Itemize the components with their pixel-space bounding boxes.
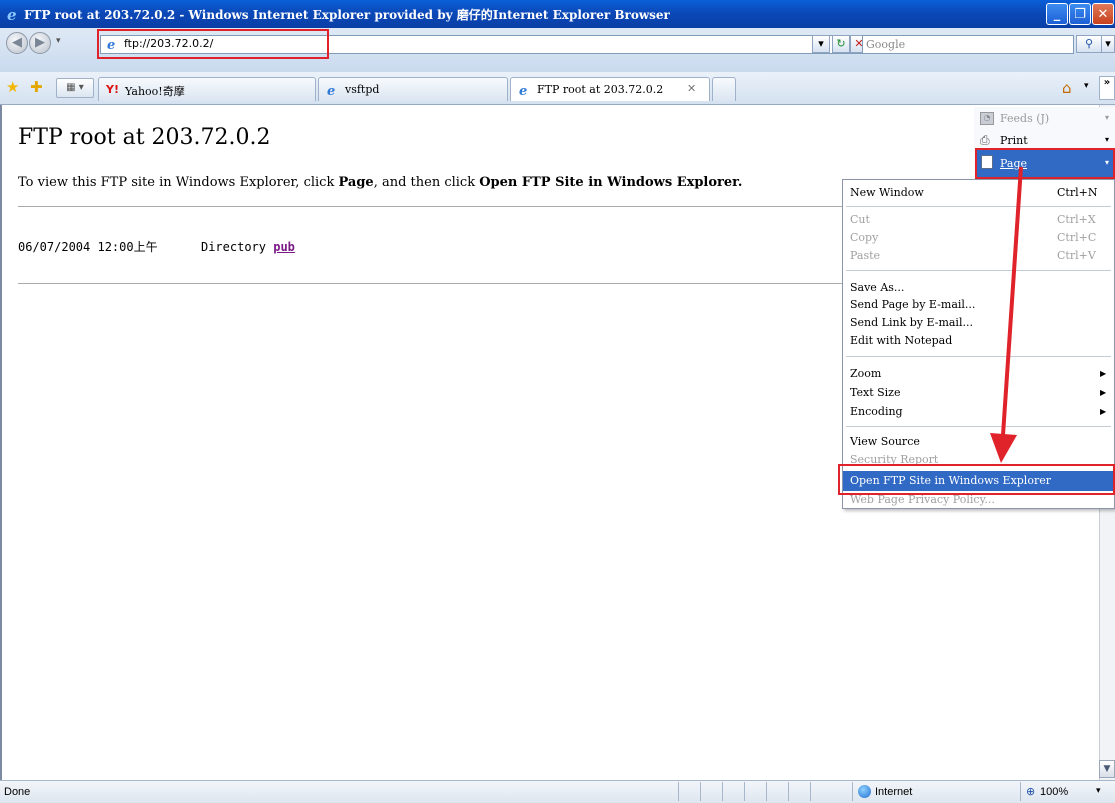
chevron-more-icon[interactable]: » xyxy=(1099,76,1115,100)
back-button[interactable]: ◀ xyxy=(6,32,28,54)
address-dropdown-button[interactable]: ▾ xyxy=(812,35,830,53)
forward-button[interactable]: ▶ xyxy=(29,32,51,54)
shortcut: Ctrl+X xyxy=(1057,213,1096,226)
menu-save-as[interactable]: Save As... xyxy=(850,281,904,294)
ie-page-icon: e xyxy=(519,84,527,97)
print-button[interactable]: Print xyxy=(1000,134,1028,147)
red-arrow-annotation xyxy=(990,166,1023,463)
open-ftp-highlight-annotation xyxy=(838,464,1115,495)
print-dropdown-icon[interactable]: ▾ xyxy=(1105,135,1109,144)
menu-paste[interactable]: Paste xyxy=(850,249,880,262)
search-placeholder: Google xyxy=(866,38,906,51)
ie-logo-icon: e xyxy=(7,6,17,22)
tab-label: Yahoo!奇摩 xyxy=(125,85,185,98)
status-divider xyxy=(788,782,789,801)
maximize-button[interactable]: ❐ xyxy=(1069,3,1091,25)
menu-view-source[interactable]: View Source xyxy=(850,435,920,448)
search-options-button[interactable]: ▾ xyxy=(1101,35,1115,53)
menu-copy[interactable]: Copy xyxy=(850,231,878,244)
menu-cut[interactable]: Cut xyxy=(850,213,870,226)
page-instructions: To view this FTP site in Windows Explore… xyxy=(18,175,742,190)
menu-text-size[interactable]: Text Size xyxy=(850,386,900,399)
add-favorites-icon[interactable]: ✚ xyxy=(30,78,43,96)
printer-icon: ⎙ xyxy=(980,133,990,147)
instr-text: To view this FTP site in Windows Explore… xyxy=(18,175,339,190)
favorites-star-icon[interactable]: ★ xyxy=(6,78,19,96)
feeds-dropdown-icon[interactable]: ▾ xyxy=(1105,113,1109,122)
shortcut: Ctrl+C xyxy=(1057,231,1097,244)
menu-send-page[interactable]: Send Page by E-mail... xyxy=(850,298,975,311)
menu-send-link[interactable]: Send Link by E-mail... xyxy=(850,316,973,329)
close-tab-icon[interactable]: ✕ xyxy=(687,82,696,95)
feeds-button[interactable]: Feeds (J) xyxy=(1000,112,1049,125)
menu-new-window[interactable]: New Window xyxy=(850,186,924,199)
security-zone[interactable]: Internet xyxy=(875,786,912,798)
status-bar xyxy=(0,780,1115,803)
home-icon[interactable]: ⌂ xyxy=(1062,79,1072,97)
status-divider xyxy=(722,782,723,801)
zoom-level[interactable]: 100% xyxy=(1040,786,1068,798)
directory-listing-row: 06/07/2004 12:00上午 Directory pub xyxy=(18,238,295,255)
status-divider xyxy=(1020,782,1021,801)
quick-tabs-button[interactable]: ▦ ▾ xyxy=(56,78,94,98)
status-divider xyxy=(700,782,701,801)
address-highlight-annotation xyxy=(97,29,329,59)
recent-pages-dropdown-icon[interactable]: ▾ xyxy=(56,36,61,46)
listing-date: 06/07/2004 12:00上午 xyxy=(18,240,158,254)
pub-directory-link[interactable]: pub xyxy=(273,240,295,254)
menu-zoom[interactable]: Zoom xyxy=(850,367,881,380)
internet-globe-icon xyxy=(858,785,871,798)
refresh-button[interactable]: ↻ xyxy=(832,35,850,53)
svg-text:e: e xyxy=(7,6,17,22)
status-divider xyxy=(678,782,679,801)
submenu-arrow-icon: ▶ xyxy=(1100,369,1107,378)
listing-type: Directory xyxy=(200,240,266,254)
instr-page: Page xyxy=(338,175,374,190)
menu-separator xyxy=(846,426,1111,427)
tab-yahoo[interactable]: Y! Yahoo!奇摩 xyxy=(98,77,316,101)
instr-open: Open FTP Site in Windows Explorer. xyxy=(479,175,743,190)
menu-separator xyxy=(846,206,1111,207)
feeds-icon: ◔ xyxy=(980,112,994,125)
menu-encoding[interactable]: Encoding xyxy=(850,405,903,418)
submenu-arrow-icon: ▶ xyxy=(1100,388,1107,397)
search-icon[interactable]: ⚲ xyxy=(1076,35,1102,53)
minimize-button[interactable]: _ xyxy=(1046,3,1068,25)
menu-separator xyxy=(846,356,1111,357)
home-dropdown-icon[interactable]: ▾ xyxy=(1084,81,1089,91)
shortcut: Ctrl+V xyxy=(1057,249,1096,262)
close-button[interactable]: ✕ xyxy=(1092,3,1114,25)
submenu-arrow-icon: ▶ xyxy=(1100,407,1107,416)
status-divider xyxy=(810,782,811,801)
tab-ftp-root[interactable]: e FTP root at 203.72.0.2 ✕ xyxy=(510,77,710,101)
window-title: FTP root at 203.72.0.2 - Windows Interne… xyxy=(24,8,670,22)
status-divider xyxy=(744,782,745,801)
tab-label: vsftpd xyxy=(345,83,380,96)
status-divider xyxy=(852,782,853,801)
svg-text:e: e xyxy=(327,84,335,97)
tab-vsftpd[interactable]: e vsftpd xyxy=(318,77,508,101)
new-tab-button[interactable] xyxy=(712,77,736,101)
status-divider xyxy=(766,782,767,801)
scroll-down-button[interactable]: ▼ xyxy=(1099,760,1115,778)
instr-text: , and then click xyxy=(373,175,480,190)
tab-label: FTP root at 203.72.0.2 xyxy=(537,83,664,96)
svg-text:e: e xyxy=(519,84,527,97)
ie-page-icon: e xyxy=(327,84,335,97)
menu-edit-notepad[interactable]: Edit with Notepad xyxy=(850,334,952,347)
menu-separator xyxy=(846,270,1111,271)
status-text: Done xyxy=(4,786,31,798)
shortcut: Ctrl+N xyxy=(1057,186,1098,199)
zoom-dropdown-icon[interactable]: ▾ xyxy=(1096,786,1101,796)
yahoo-icon: Y! xyxy=(106,83,119,96)
page-title: FTP root at 203.72.0.2 xyxy=(18,125,271,150)
zoom-icon: ⊕ xyxy=(1026,785,1036,798)
